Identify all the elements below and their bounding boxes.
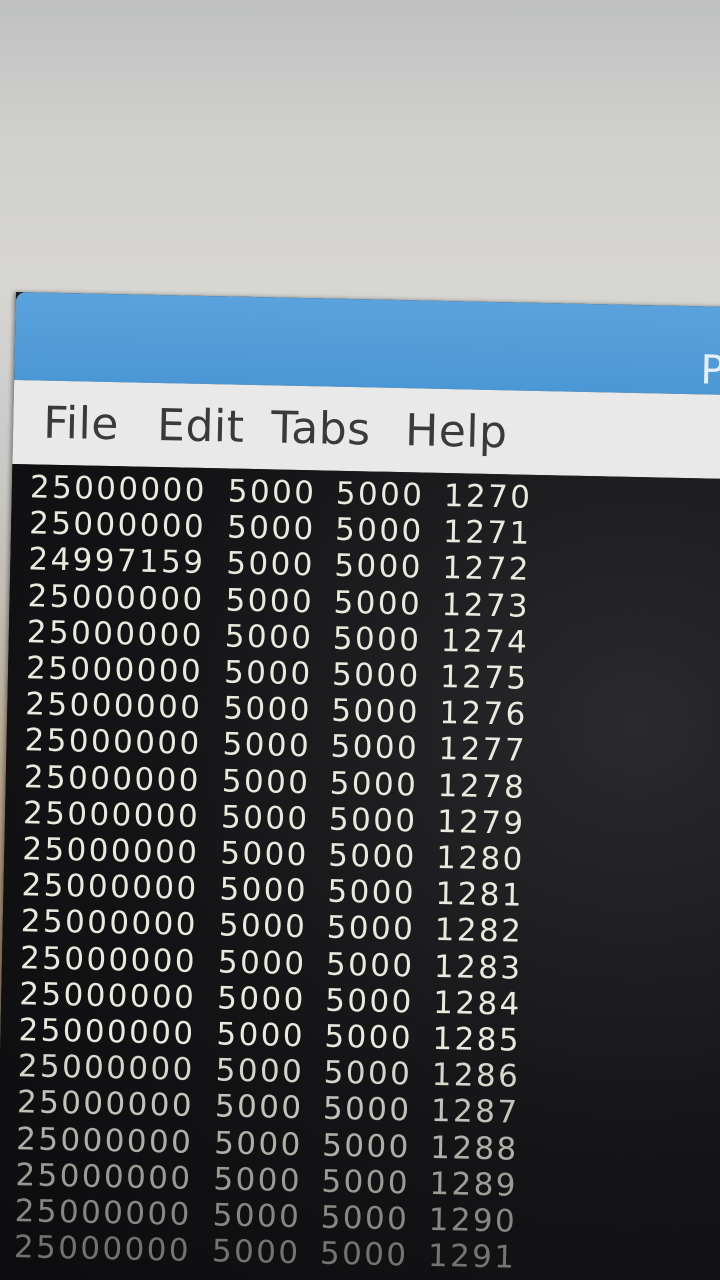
height-column: 5000 — [330, 729, 420, 767]
height-column: 5000 — [332, 620, 422, 659]
index-column: 1284 — [432, 984, 523, 1023]
width-column: 5000 — [216, 980, 307, 1019]
index-column: 1278 — [437, 767, 527, 806]
index-column: 1271 — [442, 514, 532, 553]
value-column: 25000000 — [29, 469, 208, 510]
index-column: 1281 — [435, 876, 525, 914]
height-column: 5000 — [320, 1199, 410, 1238]
width-column: 5000 — [217, 943, 307, 982]
index-column: 1287 — [430, 1093, 520, 1132]
width-column: 5000 — [211, 1233, 301, 1272]
height-column: 5000 — [333, 548, 424, 586]
height-column: 5000 — [326, 910, 416, 948]
height-column: 5000 — [322, 1091, 412, 1129]
value-column: 25000000 — [28, 505, 207, 546]
index-column: 1289 — [429, 1165, 519, 1204]
width-column: 5000 — [221, 763, 311, 801]
width-column: 5000 — [213, 1124, 304, 1163]
value-column: 25000000 — [20, 903, 199, 944]
index-column: 1273 — [441, 586, 531, 625]
value-column: 25000000 — [16, 1084, 195, 1125]
height-column: 5000 — [324, 1018, 414, 1057]
index-column: 1270 — [443, 478, 533, 516]
value-column: 25000000 — [27, 577, 205, 618]
height-column: 5000 — [335, 475, 425, 514]
menu-file[interactable]: File — [43, 398, 120, 451]
value-column: 25000000 — [26, 614, 205, 654]
value-column: 25000000 — [13, 1229, 192, 1270]
width-column: 5000 — [226, 509, 316, 548]
width-column: 5000 — [222, 690, 313, 729]
width-column: 5000 — [212, 1197, 302, 1236]
height-column: 5000 — [333, 584, 423, 623]
width-column: 5000 — [218, 907, 308, 946]
menu-tabs[interactable]: Tabs — [271, 402, 371, 455]
width-column: 5000 — [219, 871, 309, 910]
width-column: 5000 — [214, 1088, 304, 1127]
width-column: 5000 — [219, 835, 310, 874]
index-column: 1282 — [434, 912, 524, 951]
width-column: 5000 — [225, 545, 316, 584]
width-column: 5000 — [223, 654, 313, 693]
height-column: 5000 — [331, 656, 421, 695]
index-column: 1277 — [438, 731, 528, 770]
value-column: 25000000 — [15, 1156, 193, 1197]
value-column: 25000000 — [21, 867, 199, 908]
height-column: 5000 — [323, 1054, 413, 1093]
width-column: 5000 — [213, 1161, 303, 1199]
height-column: 5000 — [319, 1235, 409, 1274]
height-column: 5000 — [330, 692, 421, 731]
width-column: 5000 — [220, 799, 310, 838]
width-column: 5000 — [216, 1016, 306, 1055]
menu-edit[interactable]: Edit — [157, 400, 245, 453]
terminal-window[interactable]: P File Edit Tabs Help 25000000 5000 5000 12… — [0, 292, 720, 1280]
height-column: 5000 — [321, 1163, 411, 1202]
height-column: 5000 — [321, 1127, 412, 1166]
terminal-output[interactable]: 25000000 5000 5000 1270 25000000 5000 5000 1271… — [0, 463, 720, 1280]
menu-bar: File Edit Tabs Help — [12, 379, 720, 480]
value-column: 25000000 — [22, 795, 201, 835]
width-column: 5000 — [225, 582, 315, 620]
width-column: 5000 — [222, 726, 312, 765]
index-column: 1290 — [428, 1201, 518, 1240]
height-column: 5000 — [324, 982, 415, 1021]
index-column: 1276 — [438, 695, 529, 733]
index-column: 1279 — [436, 803, 526, 842]
index-column: 1291 — [427, 1238, 517, 1276]
value-column: 25000000 — [24, 686, 203, 727]
index-column: 1274 — [440, 622, 530, 661]
height-column: 5000 — [334, 511, 424, 550]
value-column: 25000000 — [24, 722, 202, 763]
menu-help[interactable]: Help — [405, 405, 508, 458]
index-column: 1272 — [441, 550, 532, 589]
value-column: 25000000 — [15, 1120, 194, 1161]
index-column: 1286 — [431, 1057, 521, 1095]
value-column: 25000000 — [17, 1048, 196, 1089]
index-column: 1283 — [433, 948, 523, 987]
height-column: 5000 — [329, 765, 419, 804]
height-column: 5000 — [325, 946, 415, 985]
window-titlebar[interactable]: P — [14, 292, 720, 396]
value-column: 24997159 — [28, 541, 206, 582]
height-column: 5000 — [328, 801, 418, 840]
index-column: 1280 — [435, 839, 526, 878]
value-column: 25000000 — [19, 939, 198, 980]
height-column: 5000 — [327, 837, 418, 876]
value-column: 25000000 — [18, 976, 197, 1016]
index-column: 1285 — [432, 1020, 522, 1059]
index-column: 1288 — [429, 1129, 520, 1168]
width-column: 5000 — [215, 1052, 305, 1091]
index-column: 1275 — [439, 658, 529, 697]
width-column: 5000 — [227, 473, 317, 512]
value-column: 25000000 — [23, 758, 202, 799]
window-title: P — [699, 347, 720, 394]
desktop-background: P File Edit Tabs Help 25000000 5000 5000 12… — [0, 0, 720, 1280]
width-column: 5000 — [224, 618, 314, 657]
height-column: 5000 — [327, 873, 417, 912]
